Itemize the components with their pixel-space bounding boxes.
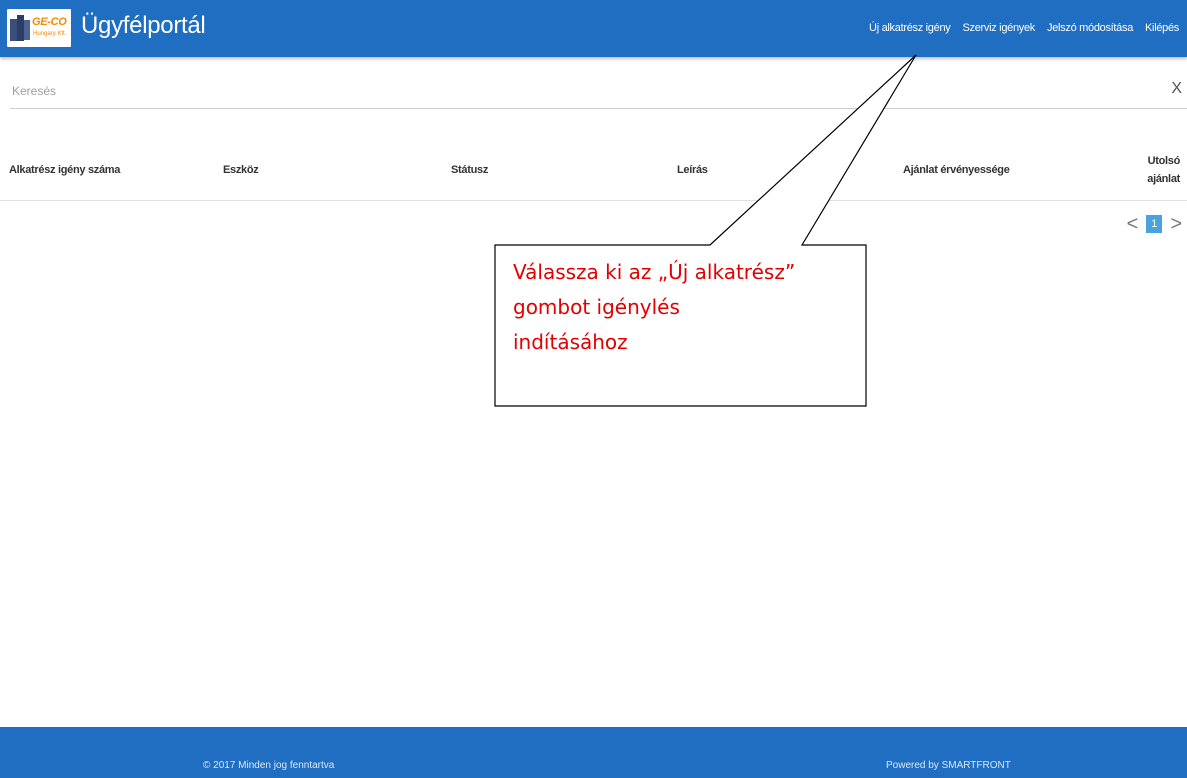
prev-page-icon[interactable]: < <box>1127 214 1139 234</box>
column-header-part-request-number[interactable]: Alkatrész igény száma <box>9 164 120 176</box>
footer-copyright: © 2017 Minden jog fenntartva <box>203 760 335 771</box>
logo-cubes-icon <box>10 15 30 41</box>
table-header: Alkatrész igény száma Eszköz Státusz Leí… <box>0 142 1187 201</box>
app-title: Ügyfélportál <box>81 12 206 39</box>
column-header-status[interactable]: Státusz <box>451 164 488 176</box>
nav-service-requests[interactable]: Szerviz igények <box>956 22 1041 34</box>
next-page-icon[interactable]: > <box>1170 214 1182 234</box>
logo-brand-text: GE-CO <box>32 16 67 28</box>
search-bar: X <box>10 78 1187 109</box>
nav-new-part-request[interactable]: Új alkatrész igény <box>863 22 956 34</box>
callout-text: Válassza ki az „Új alkatrész” gombot igé… <box>513 255 853 360</box>
column-header-offer-validity[interactable]: Ajánlat érvényessége <box>903 164 1010 176</box>
footer: © 2017 Minden jog fenntartva Powered by … <box>0 727 1187 778</box>
nav-logout[interactable]: Kilépés <box>1139 22 1185 34</box>
nav-change-password[interactable]: Jelszó módosítása <box>1041 22 1139 34</box>
search-input[interactable] <box>10 78 1154 104</box>
callout-line-2: gombot igénylés <box>513 295 680 319</box>
column-header-last-offer[interactable]: Utolsó ajánlat <box>1140 152 1180 188</box>
callout-line-1: Válassza ki az „Új alkatrész” <box>513 260 796 284</box>
main-nav: Új alkatrész igény Szerviz igények Jelsz… <box>863 22 1185 34</box>
top-navbar: GE-CO Hungary Kft. Ügyfélportál Új alkat… <box>0 0 1187 57</box>
column-header-description[interactable]: Leírás <box>677 164 708 176</box>
column-header-device[interactable]: Eszköz <box>223 164 259 176</box>
logo-sub-text: Hungary Kft. <box>33 31 67 37</box>
callout-line-3: indításához <box>513 330 628 354</box>
clear-search-icon[interactable]: X <box>1171 80 1182 98</box>
pagination: < 1 > <box>1127 214 1182 234</box>
page-1-button[interactable]: 1 <box>1146 215 1163 233</box>
callout-bubble <box>494 54 917 407</box>
company-logo[interactable]: GE-CO Hungary Kft. <box>7 9 71 47</box>
footer-powered-by[interactable]: Powered by SMARTFRONT <box>886 760 1011 771</box>
